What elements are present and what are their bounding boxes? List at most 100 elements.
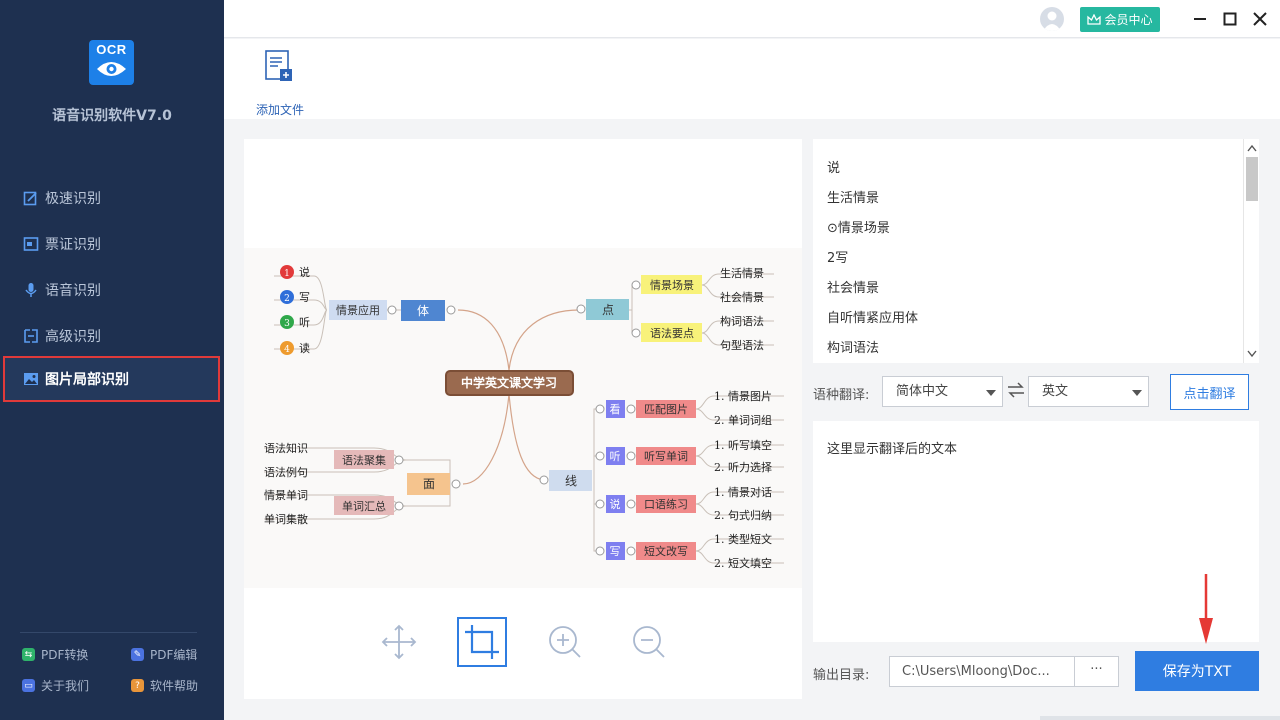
recognized-text-area[interactable]: 说 生活情景 ⊙情景场景 2写 社会情景 自听情紧应用体 构词语法: [813, 139, 1259, 363]
microphone-icon: [22, 281, 40, 299]
vip-center-button[interactable]: 会员中心: [1080, 7, 1160, 32]
translation-placeholder: 这里显示翻译后的文本: [827, 442, 958, 457]
mindmap-tag: 说: [610, 497, 621, 511]
mindmap-group: 看 匹配图片 1. 情景图片 2. 单词词组: [595, 390, 772, 427]
pdf-edit-icon: ✎: [131, 648, 144, 661]
swap-language-icon[interactable]: [1007, 381, 1025, 399]
mindmap-node: 匹配图片: [644, 403, 688, 416]
target-language-select[interactable]: 英文: [1028, 376, 1149, 407]
mindmap-node: 面: [423, 477, 435, 491]
mindmap-node: 情景场景: [650, 278, 694, 292]
maximize-icon: [1223, 12, 1237, 26]
about-icon: ▭: [22, 679, 35, 692]
mindmap-leaf: 情景单词: [264, 489, 308, 502]
mindmap-leaf: 2. 句式归纳: [714, 508, 772, 522]
mindmap-node: 口语练习: [644, 497, 688, 511]
mindmap-group: 写 短文改写 1. 类型短文 2. 短文填空: [595, 532, 772, 570]
crop-icon: [465, 625, 499, 659]
mindmap-image: 中学英文课文学习 体 情景应用 1 2 3 4 说 写 听 读 面 语法聚集 单…: [244, 248, 802, 588]
crown-icon: [1087, 13, 1102, 25]
mindmap-center: 中学英文课文学习: [461, 375, 557, 390]
text-scrollbar[interactable]: [1243, 139, 1259, 363]
red-arrow-icon: [1199, 574, 1213, 644]
maximize-button[interactable]: [1220, 9, 1240, 29]
about-link[interactable]: ▭ 关于我们: [22, 677, 89, 694]
mindmap-node: 体: [417, 304, 429, 318]
mindmap-leaf: 写: [299, 291, 310, 304]
mindmap-leaf: 生活情景: [720, 266, 764, 280]
mindmap-leaf: 1. 类型短文: [714, 532, 772, 546]
pdf-convert-label: PDF转换: [41, 648, 89, 662]
mindmap-leaf: 1. 情景对话: [714, 485, 772, 499]
nav-label: 高级识别: [45, 329, 101, 345]
nav-advanced[interactable]: 高级识别: [0, 313, 224, 359]
translate-label: 语种翻译:: [813, 388, 870, 403]
minimize-button[interactable]: [1190, 9, 1210, 29]
mindmap-num: 2: [284, 294, 290, 304]
pdf-convert-icon: ⇆: [22, 648, 35, 661]
mindmap-group: 听 听写单词 1. 听写填空 2. 听力选择: [595, 438, 772, 474]
minimize-icon: [1194, 18, 1206, 20]
mindmap-leaf: 构词语法: [720, 314, 764, 328]
nav-image-partial[interactable]: 图片局部识别: [3, 356, 220, 402]
status-strip: [1040, 716, 1280, 720]
mindmap-group: 说 口语练习 1. 情景对话 2. 句式归纳: [595, 485, 772, 522]
add-file-icon: [265, 50, 292, 81]
app-name: 语音识别软件V7.0: [52, 108, 172, 124]
nav-label: 语音识别: [45, 283, 101, 299]
nav-fast-recognize[interactable]: 极速识别: [0, 175, 224, 221]
advanced-icon: [22, 327, 40, 345]
crop-tool-button[interactable]: [457, 617, 507, 667]
title-bar: 会员中心: [224, 0, 1280, 38]
nav-voice[interactable]: 语音识别: [0, 267, 224, 313]
mindmap-node: 语法要点: [650, 326, 694, 340]
move-tool-button[interactable]: [374, 617, 424, 667]
mindmap-leaf: 单词集散: [264, 512, 308, 526]
toolbar: 添加文件: [224, 39, 1280, 119]
zoom-out-icon: [633, 626, 665, 658]
mindmap-leaf: 1. 情景图片: [714, 390, 772, 403]
mindmap-leaf: 1. 听写填空: [714, 438, 772, 452]
zoom-out-button[interactable]: [624, 617, 674, 667]
mindmap-leaf: 语法例句: [264, 465, 308, 479]
help-label: 软件帮助: [150, 679, 199, 693]
output-dir-field[interactable]: C:\Users\Mloong\Doc...: [889, 656, 1075, 687]
zoom-in-button[interactable]: [540, 617, 590, 667]
pdf-convert-link[interactable]: ⇆ PDF转换: [22, 646, 88, 663]
chevron-down-icon: [986, 390, 996, 396]
mindmap-tag: 写: [610, 545, 621, 558]
mindmap-node: 短文改写: [644, 544, 688, 558]
mindmap-leaf: 读: [299, 341, 310, 355]
mindmap-node: 情景应用: [336, 303, 380, 317]
app-logo: OCR: [89, 40, 134, 85]
text-line: 自听情紧应用体: [827, 311, 919, 326]
translation-text-area[interactable]: 这里显示翻译后的文本: [813, 421, 1259, 642]
mindmap-num: 4: [284, 345, 290, 355]
mindmap-leaf: 2. 短文填空: [714, 556, 772, 570]
image-preview-panel: 中学英文课文学习 体 情景应用 1 2 3 4 说 写 听 读 面 语法聚集 单…: [244, 139, 802, 699]
text-line: 说: [827, 161, 841, 176]
save-txt-button[interactable]: 保存为TXT: [1135, 651, 1259, 691]
text-line: 2写: [827, 251, 849, 266]
source-language-select[interactable]: 简体中文: [882, 376, 1003, 407]
pdf-edit-link[interactable]: ✎ PDF编辑: [131, 646, 197, 663]
help-link[interactable]: ? 软件帮助: [131, 677, 198, 694]
close-icon: [1253, 12, 1267, 26]
ticket-icon: [22, 235, 40, 253]
nav-ticket[interactable]: 票证识别: [0, 221, 224, 267]
close-button[interactable]: [1250, 9, 1270, 29]
image-icon: [22, 370, 40, 388]
avatar[interactable]: [1040, 7, 1064, 31]
scroll-thumb: [1246, 157, 1258, 201]
translate-button[interactable]: 点击翻译: [1170, 374, 1249, 410]
mindmap-num: 3: [284, 319, 290, 329]
add-file-button[interactable]: 添加文件: [252, 49, 308, 117]
browse-button[interactable]: ···: [1074, 656, 1119, 687]
scroll-down-icon: [1247, 350, 1257, 358]
eye-icon: [97, 62, 126, 76]
mindmap-node: 单词汇总: [342, 499, 386, 513]
text-line: 社会情景: [827, 281, 880, 296]
pdf-edit-label: PDF编辑: [150, 648, 198, 662]
mindmap-leaf: 语法知识: [264, 441, 308, 455]
text-line: ⊙情景场景: [827, 221, 890, 236]
